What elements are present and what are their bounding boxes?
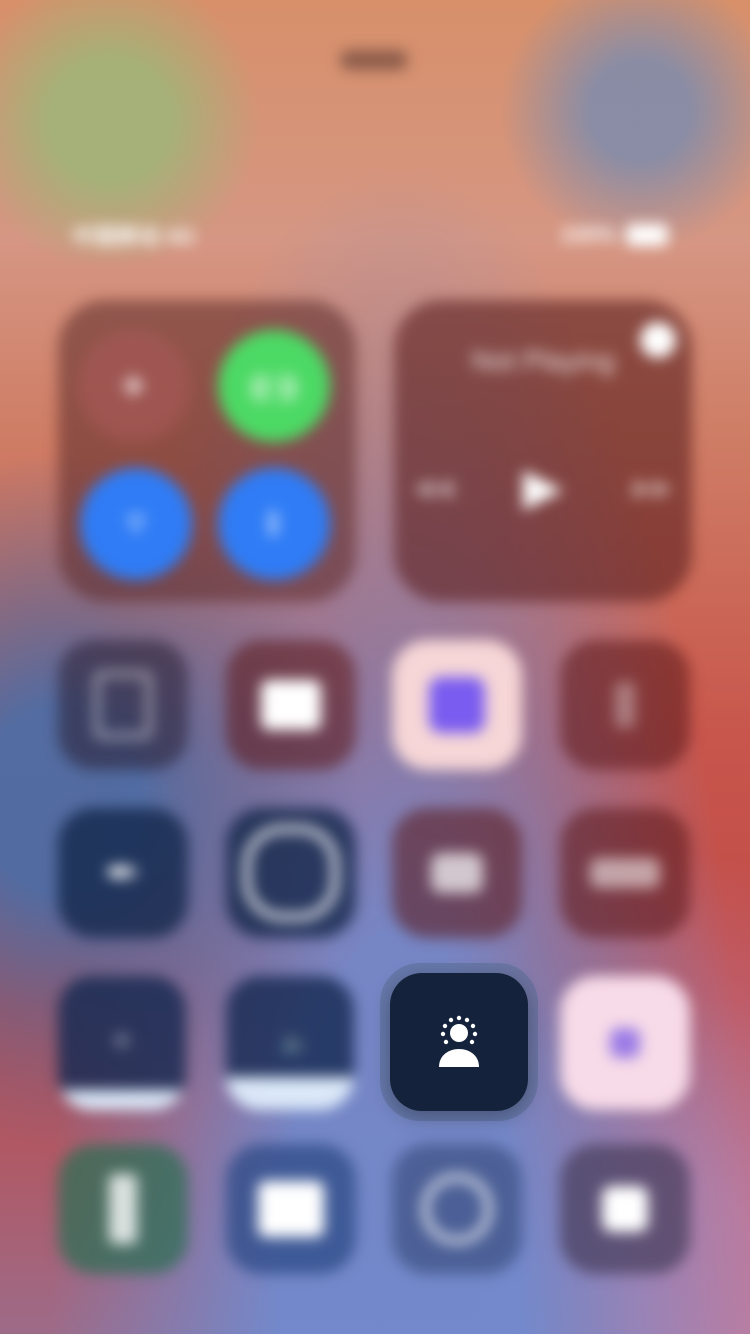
home-button[interactable] [226, 808, 356, 938]
home-icon [243, 825, 339, 921]
notes-icon [258, 1181, 324, 1237]
airplane-icon: ✈ [122, 370, 146, 402]
bluetooth-button[interactable]: ᛒ [218, 468, 330, 580]
carrier-label: 中国移动 4G [72, 224, 196, 249]
person-focus-icon [439, 1015, 479, 1067]
play-icon[interactable]: ▶ [523, 457, 563, 517]
record-icon [590, 858, 660, 888]
pull-handle[interactable] [340, 50, 408, 70]
flashlight-button[interactable] [560, 640, 690, 770]
status-carrier: 中国移动 4G [72, 220, 195, 250]
focus-mode-button[interactable] [392, 640, 522, 770]
voice-memo-button[interactable] [560, 1144, 690, 1274]
now-playing-title: Not Playing [471, 345, 615, 376]
previous-track-icon[interactable]: ◀◀ [413, 472, 453, 503]
screen-mirroring-icon [261, 680, 321, 730]
screen-lock-rotation-button[interactable] [58, 640, 188, 770]
volume-slider[interactable]: 🔈 [226, 976, 354, 1110]
calculator-button[interactable] [58, 1144, 188, 1274]
cellular-data-button[interactable]: ((·)) [218, 330, 330, 442]
record-dot-icon [602, 1186, 648, 1232]
speaker-icon: 🔈 [280, 1026, 313, 1056]
calculator-icon [109, 1174, 137, 1244]
antenna-icon: ((·)) [250, 370, 298, 401]
moon-icon [429, 677, 485, 733]
brightness-fill [58, 1089, 186, 1110]
battery-icon [626, 224, 669, 246]
sun-icon: ☀ [110, 1026, 134, 1056]
camera-button[interactable] [392, 808, 522, 938]
flashlight-icon [615, 682, 635, 728]
timer-button[interactable] [392, 1144, 522, 1274]
volume-fill [226, 1076, 354, 1110]
screen-mirroring-button[interactable] [226, 640, 356, 770]
lock-rotation-icon [94, 671, 152, 739]
feather-icon: ✒ [104, 848, 142, 898]
next-track-icon[interactable]: ▶▶ [633, 472, 673, 503]
brightness-slider[interactable]: ☀ [58, 976, 186, 1110]
dark-mode-button[interactable] [560, 976, 690, 1110]
status-battery: 100% [560, 220, 669, 250]
airplay-icon[interactable] [640, 322, 676, 358]
airplane-mode-button[interactable]: ✈ [78, 330, 190, 442]
accessibility-focus-tile[interactable] [390, 973, 528, 1111]
timer-icon [422, 1174, 492, 1244]
camera-icon [431, 853, 483, 893]
blurred-control-center: 中国移动 4G 100% ✈ ((·)) ⌔ ᛒ Not Playing ◀◀ … [0, 0, 750, 1334]
dot-icon [610, 1028, 640, 1058]
bluetooth-icon: ᛒ [265, 508, 283, 539]
battery-label: 100% [560, 222, 617, 247]
wifi-button[interactable]: ⌔ [80, 468, 192, 580]
shortcut-button[interactable]: ✒ [58, 808, 188, 938]
wifi-icon: ⌔ [122, 507, 150, 539]
screen-recording-button[interactable] [560, 808, 690, 938]
notes-button[interactable] [226, 1144, 356, 1274]
